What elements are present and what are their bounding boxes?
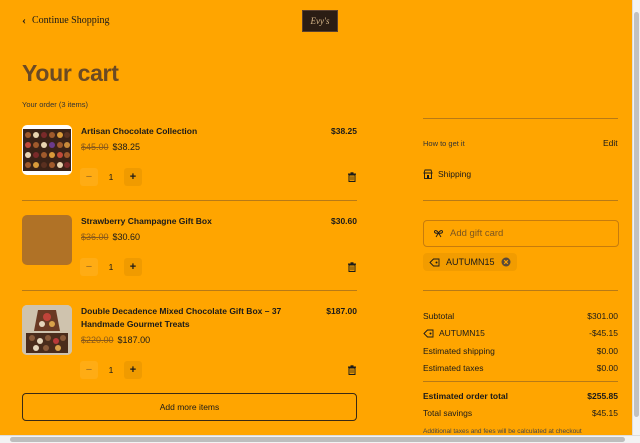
order-total-value: $255.85 (587, 391, 618, 401)
gift-card-input[interactable]: Add gift card (423, 220, 619, 247)
item-price: $220.00 $187.00 (81, 335, 150, 345)
page-title: Your cart (22, 60, 119, 86)
item-total: $30.60 (331, 216, 357, 226)
sale-price: $38.25 (112, 142, 141, 152)
order-count: Your order (3 items) (22, 100, 88, 109)
trash-icon[interactable] (347, 172, 357, 182)
item-name[interactable]: Strawberry Champagne Gift Box (81, 215, 311, 228)
summary-value: -$45.15 (589, 328, 618, 338)
summary-value: $301.00 (587, 311, 618, 321)
summary-label: AUTUMN15 (439, 328, 485, 338)
checkout-note: Additional taxes and fees will be calcul… (423, 428, 582, 435)
item-price: $45.00 $38.25 (81, 142, 140, 152)
store-logo[interactable]: Evy's (302, 10, 338, 32)
summary-row-discount: AUTUMN15 -$45.15 (423, 328, 618, 338)
tag-icon (423, 329, 434, 337)
order-total-label: Estimated order total (423, 391, 509, 401)
summary-value: $0.00 (596, 363, 618, 373)
quantity-decrease-button[interactable]: − (80, 361, 98, 379)
product-image-strawberry-champagne[interactable] (22, 215, 72, 265)
tag-icon (429, 258, 440, 266)
gift-card-icon (434, 230, 443, 238)
divider (423, 381, 618, 382)
item-total: $38.25 (331, 126, 357, 136)
summary-row-shipping: Estimated shipping $0.00 (423, 346, 618, 356)
item-total: $187.00 (326, 306, 357, 316)
product-image-artisan-chocolate[interactable] (22, 125, 72, 175)
divider (22, 200, 357, 201)
savings-value: $45.15 (592, 408, 618, 418)
item-price: $36.00 $30.60 (81, 232, 140, 242)
quantity-increase-button[interactable]: + (124, 168, 142, 186)
shipping-label: Shipping (438, 169, 472, 179)
coupon-code: AUTUMN15 (446, 257, 495, 267)
vertical-scrollbar-thumb[interactable] (634, 12, 639, 417)
quantity-value: 1 (108, 262, 114, 272)
chocolate-box-image (23, 129, 71, 171)
sale-price: $30.60 (112, 232, 141, 242)
summary-row-taxes: Estimated taxes $0.00 (423, 363, 618, 373)
summary-value: $0.00 (596, 346, 618, 356)
item-name[interactable]: Double Decadence Mixed Chocolate Gift Bo… (81, 305, 321, 331)
quantity-decrease-button[interactable]: − (80, 258, 98, 276)
divider (423, 118, 618, 119)
quantity-value: 1 (108, 172, 114, 182)
product-image-double-decadence[interactable] (22, 305, 72, 355)
logo-text: Evy's (310, 16, 330, 26)
divider (423, 290, 618, 291)
divider (423, 200, 618, 201)
chevron-left-icon: ‹ (22, 13, 26, 27)
summary-row-order-total: Estimated order total $255.85 (423, 391, 618, 401)
gift-box-image (22, 305, 72, 355)
fulfillment-label: How to get it (423, 139, 465, 148)
original-price: $220.00 (81, 335, 114, 345)
applied-coupon-chip: AUTUMN15 (423, 253, 517, 271)
continue-shopping-link[interactable]: ‹ Continue Shopping (22, 13, 110, 28)
edit-fulfillment-button[interactable]: Edit (603, 138, 618, 148)
discount-label: AUTUMN15 (423, 328, 485, 338)
horizontal-scrollbar[interactable] (0, 435, 640, 443)
original-price: $45.00 (81, 142, 109, 152)
summary-label: Subtotal (423, 311, 455, 321)
sale-price: $187.00 (117, 335, 151, 345)
vertical-scrollbar[interactable] (632, 0, 640, 435)
quantity-decrease-button[interactable]: − (80, 168, 98, 186)
trash-icon[interactable] (347, 262, 357, 272)
divider (22, 290, 357, 291)
savings-label: Total savings (423, 408, 473, 418)
continue-shopping-label: Continue Shopping (32, 15, 110, 26)
quantity-increase-button[interactable]: + (124, 361, 142, 379)
horizontal-scrollbar-thumb[interactable] (10, 437, 625, 442)
summary-label: Estimated taxes (423, 363, 484, 373)
quantity-value: 1 (108, 365, 114, 375)
close-circle-icon[interactable] (501, 257, 511, 267)
original-price: $36.00 (81, 232, 109, 242)
summary-label: Estimated shipping (423, 346, 495, 356)
item-name[interactable]: Artisan Chocolate Collection (81, 125, 311, 138)
quantity-increase-button[interactable]: + (124, 258, 142, 276)
summary-row-savings: Total savings $45.15 (423, 408, 618, 418)
trash-icon[interactable] (347, 365, 357, 375)
shipping-option[interactable]: Shipping (423, 169, 471, 179)
gift-card-placeholder: Add gift card (450, 228, 504, 239)
store-icon (423, 169, 433, 179)
summary-row-subtotal: Subtotal $301.00 (423, 311, 618, 321)
add-more-items-button[interactable]: Add more items (22, 393, 357, 421)
